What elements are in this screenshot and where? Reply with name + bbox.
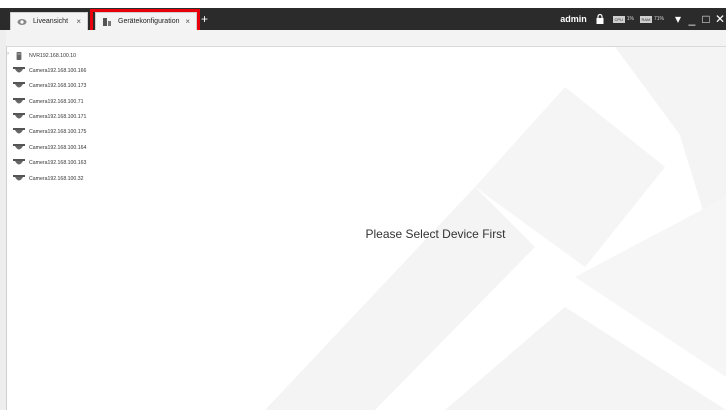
device-tree-panel: › NVR192.168.100.10 Camera192.168.100.16… — [6, 47, 146, 410]
tree-item-camera[interactable]: Camera192.168.100.166 — [13, 65, 86, 77]
tab-liveansicht[interactable]: Liveansicht × — [10, 12, 88, 30]
tree-item-label: Camera192.168.100.32 — [29, 176, 84, 182]
tree-item-nvr[interactable]: NVR192.168.100.10 — [13, 50, 76, 62]
maximize-button[interactable]: □ — [700, 12, 712, 26]
tree-item-camera[interactable]: Camera192.168.100.71 — [13, 96, 84, 108]
cpu-meter: CPU 1% — [612, 15, 634, 23]
close-window-button[interactable]: ✕ — [714, 12, 726, 26]
tree-item-camera[interactable]: Camera192.168.100.32 — [13, 173, 84, 185]
minimize-button[interactable]: _ — [686, 12, 698, 26]
username-label: admin — [560, 14, 587, 24]
ram-tag: RAM — [639, 15, 652, 23]
tree-item-label: Camera192.168.100.163 — [29, 160, 87, 166]
cpu-tag: CPU — [612, 15, 625, 23]
status-area: admin CPU 1% RAM 71% ▾ _ □ ✕ — [560, 8, 726, 30]
title-bar: Liveansicht × Gerätekonfiguration × + ad… — [0, 0, 726, 37]
add-tab-button[interactable]: + — [201, 12, 208, 26]
lock-icon[interactable] — [595, 13, 605, 25]
eye-icon — [17, 18, 27, 25]
camera-icon — [13, 113, 25, 119]
app-window: Liveansicht × Gerätekonfiguration × + ad… — [0, 0, 726, 410]
tree-item-camera[interactable]: Camera192.168.100.164 — [13, 142, 86, 154]
empty-state-message: Please Select Device First — [365, 227, 506, 241]
tree-item-label: NVR192.168.100.10 — [29, 53, 77, 59]
menu-dropdown-button[interactable]: ▾ — [672, 12, 684, 26]
camera-icon — [13, 82, 25, 88]
camera-icon — [13, 67, 25, 73]
toolbar-strip — [0, 30, 726, 47]
ram-meter: RAM 71% — [639, 15, 664, 23]
tree-item-label: Camera192.168.100.71 — [29, 99, 84, 105]
tree-item-label: Camera192.168.100.173 — [29, 83, 87, 89]
tree-item-label: Camera192.168.100.175 — [29, 129, 87, 135]
cpu-value: 1% — [626, 16, 634, 22]
tree-expander-icon[interactable]: › — [7, 51, 9, 57]
tab-close-button[interactable]: × — [76, 17, 81, 26]
camera-icon — [13, 175, 25, 181]
camera-icon — [13, 98, 25, 104]
tab-label: Liveansicht — [33, 18, 69, 25]
tree-item-camera[interactable]: Camera192.168.100.175 — [13, 126, 86, 138]
main-content: Please Select Device First — [145, 47, 726, 410]
tree-item-label: Camera192.168.100.171 — [29, 114, 87, 120]
camera-icon — [13, 128, 25, 134]
tree-item-label: Camera192.168.100.164 — [29, 145, 87, 151]
tree-item-camera[interactable]: Camera192.168.100.171 — [13, 111, 86, 123]
tree-item-label: Camera192.168.100.166 — [29, 68, 87, 74]
tree-item-camera[interactable]: Camera192.168.100.163 — [13, 157, 86, 169]
tree-item-camera[interactable]: Camera192.168.100.173 — [13, 80, 86, 92]
top-strip — [0, 0, 726, 8]
ram-value: 71% — [653, 16, 664, 22]
nvr-icon — [16, 52, 22, 60]
camera-icon — [13, 144, 25, 150]
camera-icon — [13, 159, 25, 165]
